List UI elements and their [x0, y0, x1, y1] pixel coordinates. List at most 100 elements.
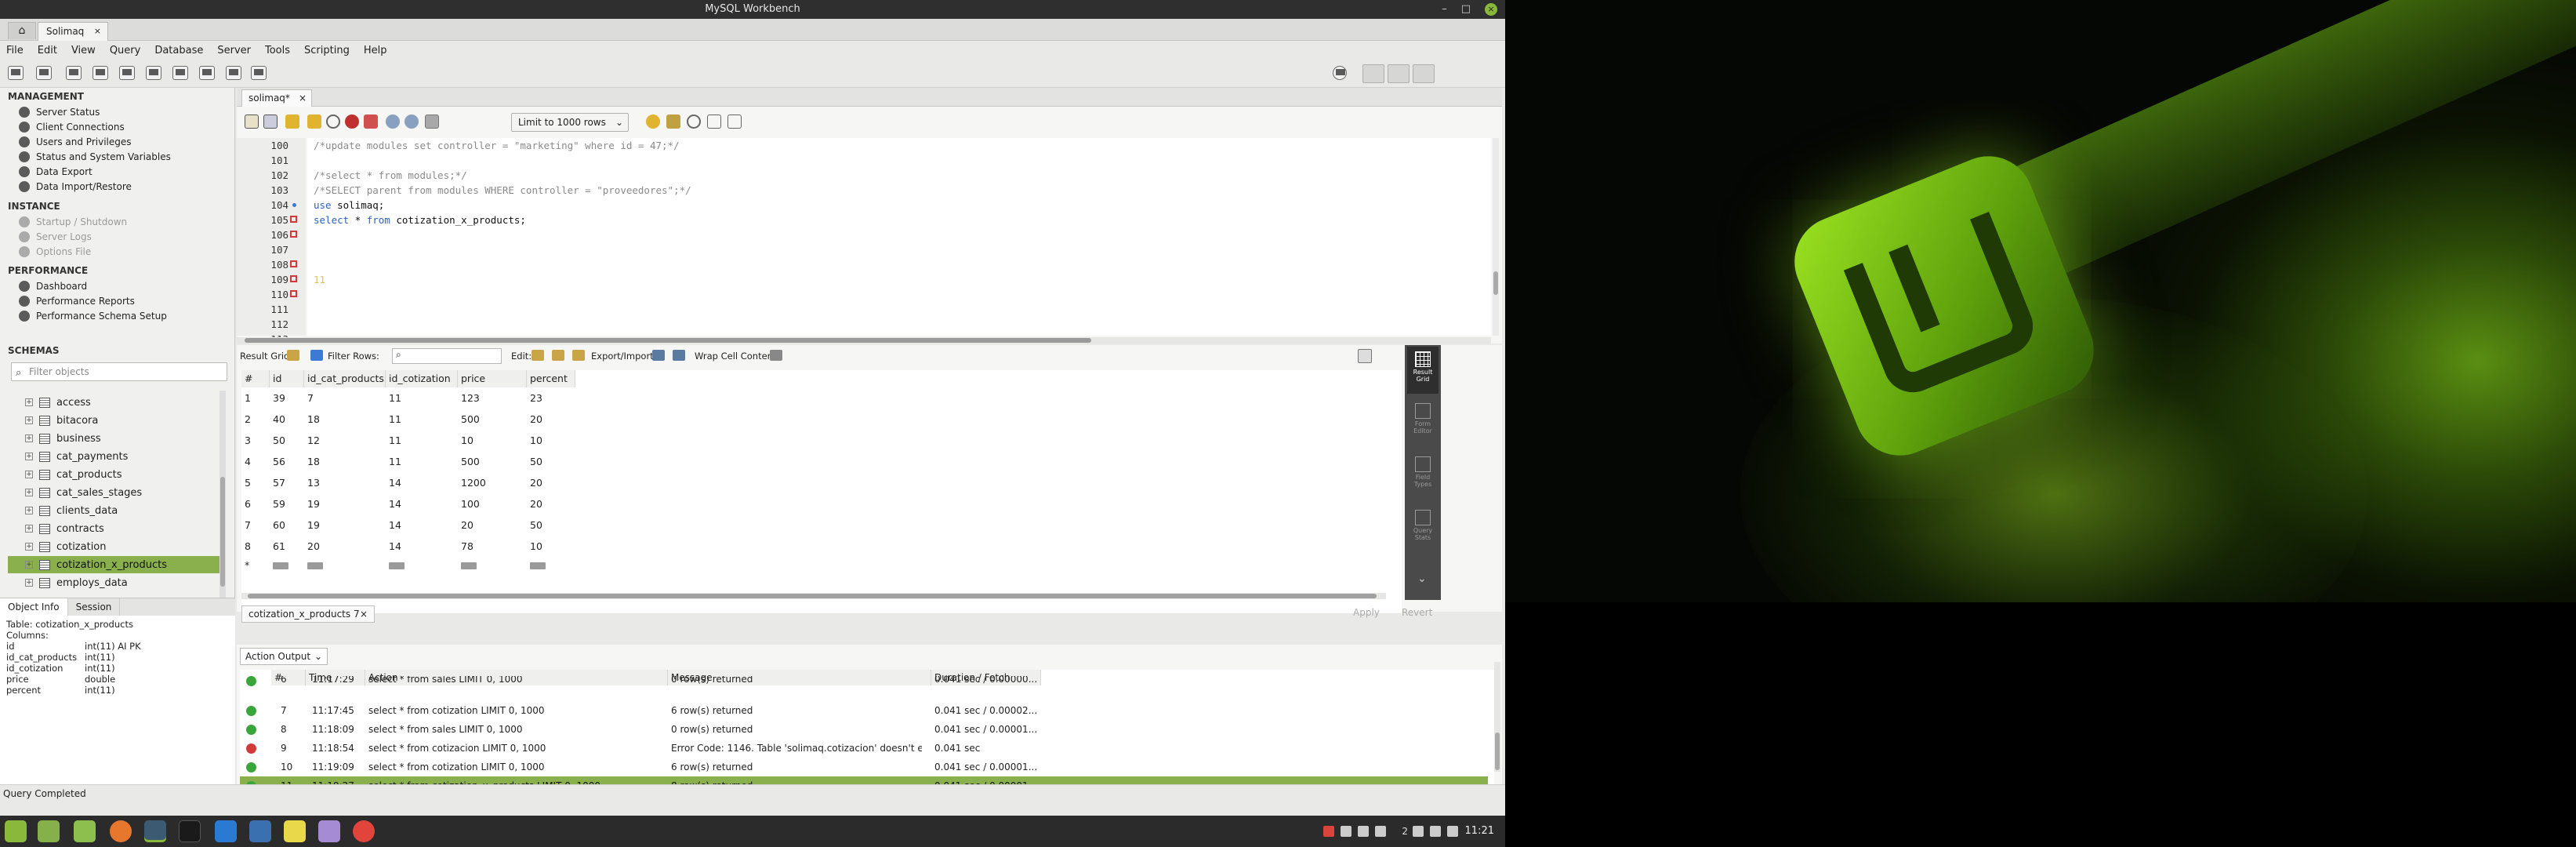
schema-item[interactable]: + cat_products: [8, 466, 220, 483]
create-view-icon[interactable]: [146, 66, 161, 80]
create-schema-icon[interactable]: [93, 66, 108, 80]
expand-icon[interactable]: +: [25, 561, 33, 569]
mint-menu-icon[interactable]: [5, 820, 27, 842]
schema-item[interactable]: + clients_data: [8, 502, 220, 519]
beautify-icon[interactable]: [646, 115, 660, 129]
table-cell[interactable]: 20: [458, 514, 473, 536]
schema-item[interactable]: + cotization_x_products: [8, 556, 220, 573]
column-header[interactable]: id_cat_products: [304, 370, 386, 387]
schema-item[interactable]: + access: [8, 394, 220, 411]
tab-session[interactable]: Session: [68, 598, 121, 616]
toggle-output-button[interactable]: [1388, 64, 1410, 83]
nav-performance-reports[interactable]: Performance Reports: [19, 294, 135, 308]
apply-button[interactable]: Apply: [1353, 607, 1380, 618]
table-cell[interactable]: 20: [527, 472, 542, 493]
output-scrollbar[interactable]: [1494, 662, 1500, 772]
table-cell[interactable]: 50: [527, 451, 542, 472]
table-cell[interactable]: 18: [304, 451, 320, 472]
schema-item[interactable]: + cat_payments: [8, 448, 220, 465]
network-icon[interactable]: [1413, 826, 1424, 837]
files-icon[interactable]: [74, 820, 96, 842]
add-row-icon[interactable]: [552, 350, 564, 361]
table-row[interactable]: 2 40 18 11 500 20: [241, 409, 1394, 430]
shield-icon[interactable]: [1341, 826, 1351, 837]
table-cell[interactable]: 59: [270, 493, 285, 514]
grid-horizontal-scrollbar[interactable]: [241, 593, 1386, 599]
output-row[interactable]: 9 11:18:54 select * from cotizacion LIMIT …: [240, 739, 1488, 758]
filter-rows-input[interactable]: ⌕: [392, 348, 502, 364]
table-cell[interactable]: 50: [527, 514, 542, 536]
menu-database[interactable]: Database: [154, 45, 203, 56]
toggle-error-icon[interactable]: [364, 115, 378, 129]
table-row[interactable]: 1 39 7 11 123 23: [241, 387, 1394, 409]
table-cell[interactable]: 20: [527, 409, 542, 430]
expand-icon[interactable]: +: [25, 453, 33, 460]
table-cell[interactable]: 1200: [458, 472, 486, 493]
import-icon[interactable]: [673, 350, 685, 361]
table-cell[interactable]: 7: [304, 387, 314, 409]
close-icon[interactable]: ×: [360, 606, 368, 622]
query-tab[interactable]: solimaq* ×: [241, 89, 312, 107]
table-cell[interactable]: 100: [458, 493, 480, 514]
expand-icon[interactable]: +: [25, 543, 33, 551]
output-row[interactable]: 8 11:18:09 select * from sales LIMIT 0, 10…: [240, 720, 1488, 740]
table-row[interactable]: 4 56 18 11 500 50: [241, 451, 1394, 472]
edit-row-icon[interactable]: [532, 350, 544, 361]
execute-icon[interactable]: [285, 115, 299, 129]
expand-icon[interactable]: +: [25, 525, 33, 533]
autocommit-icon[interactable]: [425, 115, 439, 129]
create-procedure-icon[interactable]: [172, 66, 188, 80]
table-cell[interactable]: 39: [270, 387, 285, 409]
close-icon[interactable]: ×: [94, 23, 101, 40]
table-cell[interactable]: 14: [386, 536, 401, 557]
column-header[interactable]: id_cotization: [386, 370, 458, 387]
open-file-icon[interactable]: [245, 115, 259, 129]
mail-icon[interactable]: [249, 820, 271, 842]
output-row[interactable]: 10 11:19:09 select * from cotization LIMIT…: [240, 758, 1488, 777]
expand-icon[interactable]: +: [25, 471, 33, 478]
firefox-icon[interactable]: [110, 820, 132, 842]
terminal-icon[interactable]: [179, 820, 201, 842]
close-icon[interactable]: ×: [299, 90, 307, 106]
table-cell[interactable]: 78: [458, 536, 473, 557]
nav-status-variables[interactable]: Status and System Variables: [19, 150, 171, 164]
table-cell[interactable]: 18: [304, 409, 320, 430]
null-icon[interactable]: [458, 554, 477, 576]
expand-icon[interactable]: +: [25, 489, 33, 496]
invisible-chars-icon[interactable]: [707, 115, 721, 129]
menu-server[interactable]: Server: [217, 45, 251, 56]
editor-horizontal-scrollbar[interactable]: [237, 337, 1491, 344]
menu-query[interactable]: Query: [110, 45, 141, 56]
workspace-icon[interactable]: [1375, 826, 1386, 837]
table-cell[interactable]: 11: [386, 387, 401, 409]
schema-item[interactable]: + cotization: [8, 538, 220, 555]
clipboard-icon[interactable]: [1358, 826, 1369, 837]
table-cell[interactable]: 57: [270, 472, 285, 493]
refresh-icon[interactable]: [310, 350, 323, 361]
column-header[interactable]: #: [241, 370, 270, 387]
commit-icon[interactable]: [386, 115, 400, 129]
table-cell[interactable]: 20: [527, 493, 542, 514]
export-icon[interactable]: [652, 350, 665, 361]
minimize-button[interactable]: –: [1442, 0, 1447, 19]
schema-item[interactable]: + cat_sales_stages: [8, 484, 220, 501]
table-cell[interactable]: 14: [386, 472, 401, 493]
chevron-down-icon[interactable]: ⌄: [1417, 573, 1427, 585]
grid-icon[interactable]: [287, 350, 299, 361]
schema-item[interactable]: + bitacora: [8, 412, 220, 429]
execute-current-icon[interactable]: [307, 115, 321, 129]
table-cell[interactable]: 40: [270, 409, 285, 430]
expand-icon[interactable]: +: [25, 579, 33, 587]
wrap-lines-icon[interactable]: [727, 115, 742, 129]
printer-icon[interactable]: [1430, 826, 1441, 837]
create-function-icon[interactable]: [199, 66, 215, 80]
rollback-icon[interactable]: [405, 115, 419, 129]
menu-edit[interactable]: Edit: [38, 45, 57, 56]
nav-data-export[interactable]: Data Export: [19, 165, 93, 179]
table-cell[interactable]: 23: [527, 387, 542, 409]
nav-client-connections[interactable]: Client Connections: [19, 120, 125, 134]
explain-icon[interactable]: [326, 115, 340, 129]
table-cell[interactable]: 11: [386, 409, 401, 430]
home-tab[interactable]: ⌂: [8, 22, 36, 39]
create-table-icon[interactable]: [119, 66, 135, 80]
